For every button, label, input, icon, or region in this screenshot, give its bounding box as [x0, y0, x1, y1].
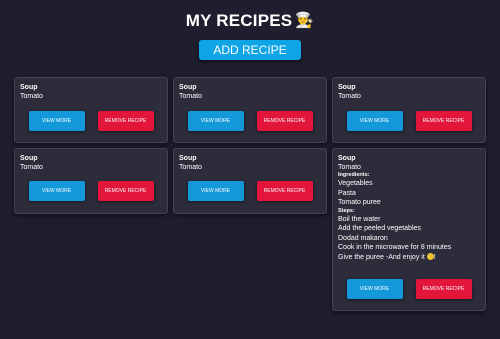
step-item: Dodad makaron — [338, 234, 388, 242]
recipe-details: Ingredients: Vegetables Pasta Tomato pur… — [338, 172, 480, 262]
recipe-title: Soup — [338, 155, 356, 162]
recipe-title: Soup — [338, 84, 356, 91]
recipe-subtitle: Tomato — [179, 164, 202, 171]
view-more-button[interactable]: VIEW MORE — [28, 111, 85, 131]
step-item: Add the peeled vegetables — [338, 225, 421, 232]
recipe-subtitle: Tomato — [20, 93, 43, 100]
add-recipe-button[interactable]: ADD RECIPE — [199, 40, 301, 60]
step-item: Cook in the microwave for 8 minutes — [338, 244, 452, 251]
recipe-title: Soup — [179, 84, 197, 91]
smiley-face-icon — [426, 252, 434, 260]
page-title-text: MY RECIPES — [185, 11, 293, 30]
view-more-button[interactable]: VIEW MORE — [346, 279, 403, 299]
recipe-subtitle: Tomato — [20, 164, 43, 171]
view-more-button[interactable]: VIEW MORE — [28, 181, 85, 201]
chef-icon: 👨‍🍳 — [295, 12, 315, 29]
recipe-subtitle: Tomato — [338, 93, 361, 100]
recipe-card: Soup Tomato VIEW MORE REMOVE RECIPE — [14, 148, 168, 214]
remove-recipe-button[interactable]: REMOVE RECIPE — [256, 111, 313, 131]
recipe-card-expanded: Soup Tomato Ingredients: Vegetables Past… — [332, 148, 486, 311]
view-more-button[interactable]: VIEW MORE — [187, 181, 244, 201]
ingredient-item: Tomato puree — [338, 199, 381, 206]
remove-recipe-button[interactable]: REMOVE RECIPE — [256, 181, 313, 201]
step-text: Give the puree -And enjoy it — [338, 253, 425, 261]
recipe-title: Soup — [20, 84, 38, 91]
recipe-card: Soup Tomato VIEW MORE REMOVE RECIPE — [14, 77, 168, 143]
step-item-last: Give the puree -And enjoy it ! — [338, 252, 480, 263]
steps-heading: Steps: — [338, 207, 355, 214]
remove-recipe-button[interactable]: REMOVE RECIPE — [97, 181, 154, 201]
ingredient-item: Pasta — [338, 189, 356, 197]
recipe-card: Soup Tomato VIEW MORE REMOVE RECIPE — [173, 77, 327, 143]
page-title: MY RECIPES 👨‍🍳 — [0, 10, 500, 32]
recipe-title: Soup — [20, 155, 38, 162]
remove-recipe-button[interactable]: REMOVE RECIPE — [415, 279, 472, 299]
view-more-button[interactable]: VIEW MORE — [187, 111, 244, 131]
step-end-text: ! — [433, 253, 436, 261]
remove-recipe-button[interactable]: REMOVE RECIPE — [97, 111, 154, 131]
ingredients-heading: Ingredients: — [338, 172, 370, 178]
recipe-card: Soup Tomato VIEW MORE REMOVE RECIPE — [332, 77, 486, 143]
remove-recipe-button[interactable]: REMOVE RECIPE — [415, 111, 472, 131]
recipe-card: Soup Tomato VIEW MORE REMOVE RECIPE — [173, 148, 327, 214]
recipe-subtitle: Tomato — [179, 93, 202, 100]
ingredient-item: Vegetables — [338, 180, 373, 187]
view-more-button[interactable]: VIEW MORE — [346, 111, 403, 131]
step-item: Boil the water — [338, 215, 381, 223]
recipe-title: Soup — [179, 155, 197, 162]
recipe-subtitle: Tomato — [338, 164, 361, 171]
